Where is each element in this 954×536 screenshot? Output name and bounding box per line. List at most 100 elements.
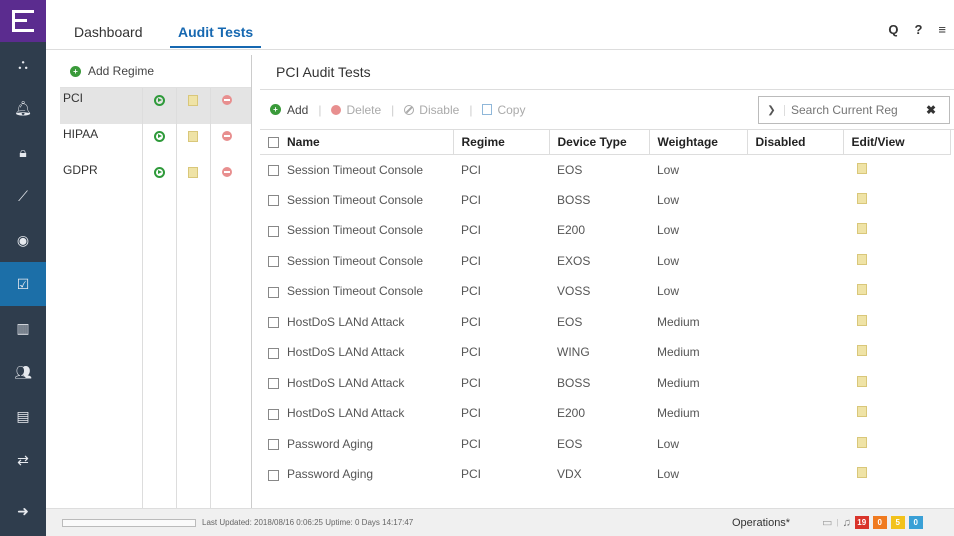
edit-icon[interactable] <box>188 95 198 106</box>
edit-view-icon[interactable] <box>857 345 867 357</box>
table-row[interactable]: Session Timeout Console PCI EOS Low <box>260 154 950 185</box>
regime-row-pci[interactable]: PCI <box>60 88 251 124</box>
table-row[interactable]: HostDoS LANd Attack PCI BOSS Medium <box>260 368 950 399</box>
row-checkbox[interactable] <box>268 317 279 329</box>
edit-view-icon[interactable] <box>857 406 867 418</box>
run-icon[interactable] <box>153 95 165 106</box>
search-icon[interactable]: Q <box>888 22 898 37</box>
column-header-disabled[interactable]: Disabled <box>747 130 844 155</box>
add-regime-button[interactable]: + Add Regime <box>60 55 251 88</box>
cell-disabled <box>747 429 843 460</box>
column-header-weightage[interactable]: Weightage <box>649 130 748 155</box>
delete-icon[interactable] <box>222 95 232 105</box>
cell-regime: PCI <box>461 375 482 390</box>
cell-device-type: E200 <box>557 406 586 421</box>
server-icon[interactable]: ▭ <box>822 516 832 529</box>
table-row[interactable]: HostDoS LANd Attack PCI WING Medium <box>260 337 950 368</box>
copy-button[interactable]: Copy <box>482 103 525 117</box>
edit-view-icon[interactable] <box>857 223 867 235</box>
cell-regime: PCI <box>461 314 482 329</box>
regime-row-gdpr[interactable]: GDPR <box>60 160 251 196</box>
column-header-name[interactable]: Name <box>260 130 454 155</box>
edit-view-icon[interactable] <box>857 284 867 296</box>
table-row[interactable]: Session Timeout Console PCI BOSS Low <box>260 185 950 216</box>
chevron-down-icon[interactable]: ❯ <box>759 104 785 116</box>
nav-tasks-icon[interactable]: ⇄ <box>0 438 46 482</box>
error-alarm-badge[interactable]: 0 <box>872 516 887 529</box>
row-checkbox[interactable] <box>268 408 279 420</box>
add-button[interactable]: + Add <box>270 103 308 117</box>
nav-users-icon[interactable]: 👥︎ <box>0 350 46 394</box>
tab-audit-tests[interactable]: Audit Tests <box>170 24 262 48</box>
row-checkbox[interactable] <box>268 469 279 481</box>
cell-weightage: Low <box>657 467 680 482</box>
menu-icon[interactable]: ≡ <box>938 22 946 37</box>
run-icon[interactable] <box>153 167 165 178</box>
row-checkbox[interactable] <box>268 378 279 390</box>
edit-view-icon[interactable] <box>857 467 867 479</box>
nav-inventory-icon[interactable]: ▤ <box>0 394 46 438</box>
edit-view-icon[interactable] <box>857 253 867 265</box>
tab-dashboard[interactable]: Dashboard <box>66 24 151 46</box>
nav-reports-icon[interactable]: ▥ <box>0 306 46 350</box>
cell-weightage: Low <box>657 162 680 177</box>
nav-lock-icon[interactable]: 🔒︎ <box>0 130 46 174</box>
nav-wireless-icon[interactable]: ◉ <box>0 218 46 262</box>
nav-network-icon[interactable]: ⛬ <box>0 42 46 86</box>
edit-view-icon[interactable] <box>857 375 867 387</box>
table-row[interactable]: HostDoS LANd Attack PCI EOS Medium <box>260 307 950 338</box>
nav-analytics-icon[interactable]: ⟋ <box>0 174 46 218</box>
delete-button[interactable]: Delete <box>331 103 381 117</box>
regime-panel: + Add Regime PCI HIPAA GDPR <box>60 55 252 508</box>
help-icon[interactable]: ? <box>914 22 922 37</box>
row-checkbox[interactable] <box>268 164 279 176</box>
disable-button[interactable]: Disable <box>404 103 459 117</box>
edit-view-icon[interactable] <box>857 436 867 448</box>
row-checkbox[interactable] <box>268 256 279 268</box>
regime-row-hipaa[interactable]: HIPAA <box>60 124 251 160</box>
warning-alarm-badge[interactable]: 5 <box>890 516 905 529</box>
row-checkbox[interactable] <box>268 347 279 359</box>
select-all-checkbox[interactable] <box>268 137 279 149</box>
cell-name: Session Timeout Console <box>260 246 453 277</box>
cell-name: HostDoS LANd Attack <box>260 398 453 429</box>
cell-disabled <box>747 154 843 185</box>
column-header-regime[interactable]: Regime <box>453 130 550 155</box>
table-row[interactable]: Password Aging PCI EOS Low <box>260 429 950 460</box>
cell-edit-view <box>843 429 950 460</box>
edit-view-icon[interactable] <box>857 162 867 174</box>
edit-icon[interactable] <box>188 167 198 178</box>
bell-icon[interactable]: ♫ <box>842 517 850 529</box>
delete-icon[interactable] <box>222 131 232 141</box>
edit-icon[interactable] <box>188 131 198 142</box>
cell-name: Session Timeout Console <box>260 215 453 246</box>
app-logo[interactable] <box>0 0 46 42</box>
column-header-edit-view[interactable]: Edit/View <box>843 130 951 155</box>
column-header-device-type[interactable]: Device Type <box>549 130 650 155</box>
cell-disabled <box>747 215 843 246</box>
nav-alarm-icon[interactable]: 🔔︎ <box>0 86 46 130</box>
operations-link[interactable]: Operations* <box>732 517 790 529</box>
row-checkbox[interactable] <box>268 195 279 207</box>
table-row[interactable]: HostDoS LANd Attack PCI E200 Medium <box>260 398 950 429</box>
cell-name: Password Aging <box>260 429 453 460</box>
critical-alarm-badge[interactable]: 19 <box>854 516 869 529</box>
edit-view-icon[interactable] <box>857 192 867 204</box>
table-row[interactable]: Session Timeout Console PCI E200 Low <box>260 215 950 246</box>
table-row[interactable]: Session Timeout Console PCI VOSS Low <box>260 276 950 307</box>
nav-compliance-icon[interactable]: ☑ <box>0 262 46 306</box>
table-row[interactable]: Session Timeout Console PCI EXOS Low <box>260 246 950 277</box>
expand-arrow-right-icon[interactable]: ➜ <box>0 486 46 536</box>
row-checkbox[interactable] <box>268 286 279 298</box>
table-row[interactable]: Password Aging PCI VDX Low <box>260 459 950 490</box>
row-checkbox[interactable] <box>268 439 279 451</box>
run-icon[interactable] <box>153 131 165 142</box>
edit-view-icon[interactable] <box>857 314 867 326</box>
delete-icon[interactable] <box>222 167 232 177</box>
column-divider <box>142 88 143 508</box>
info-alarm-badge[interactable]: 0 <box>908 516 923 529</box>
search-input[interactable] <box>785 103 919 117</box>
clear-search-icon[interactable]: ✖ <box>919 103 943 117</box>
top-icons: Q ? ≡ <box>888 22 946 37</box>
row-checkbox[interactable] <box>268 225 279 237</box>
